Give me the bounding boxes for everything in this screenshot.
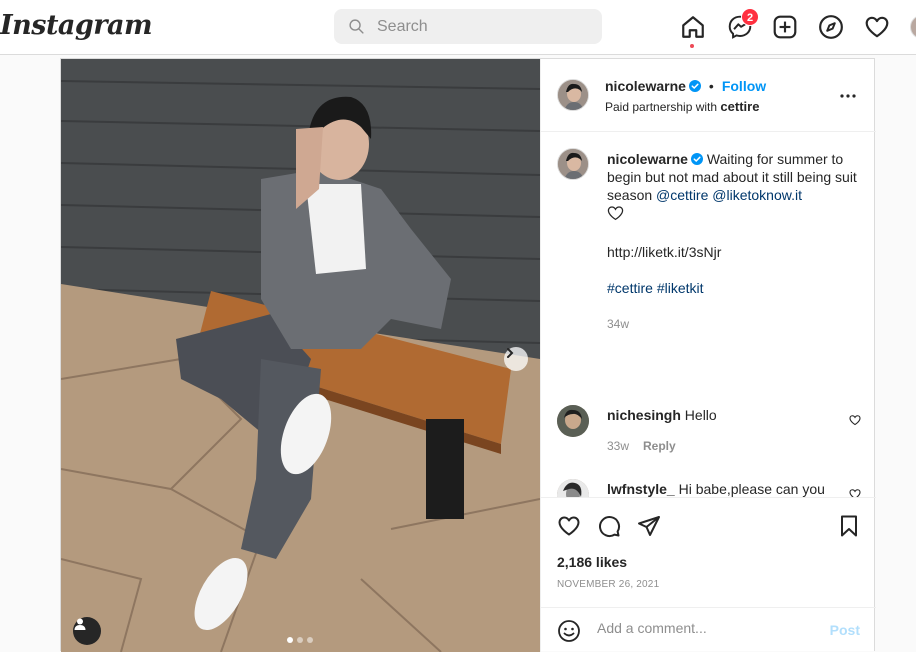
emoji-icon[interactable] (557, 619, 581, 643)
caption-text-block: nicolewarne Waiting for summer to begin … (607, 150, 857, 204)
commenter-avatar[interactable] (557, 479, 589, 497)
partnership-prefix: Paid partnership with (605, 100, 718, 114)
hashtag-liketkit[interactable]: #liketkit (657, 280, 704, 296)
post-date: NOVEMBER 26, 2021 (557, 579, 660, 590)
carousel-next-button[interactable] (504, 347, 528, 371)
add-comment-bar: Post (541, 607, 876, 652)
caption-username[interactable]: nicolewarne (607, 151, 688, 167)
author-line: nicolewarne • Follow (605, 78, 766, 94)
more-options-icon[interactable] (838, 86, 858, 106)
search-input[interactable] (377, 17, 577, 36)
comment-like-heart-icon[interactable] (849, 414, 861, 426)
verified-badge-icon (690, 153, 703, 165)
tagged-users-button[interactable] (73, 617, 101, 645)
comment-age[interactable]: 33w (607, 439, 629, 453)
post-actions: 2,186 likes NOVEMBER 26, 2021 (541, 497, 876, 607)
comment-item: nichesingh Hello (607, 407, 717, 423)
comment-username[interactable]: lwfnstyle_ (607, 481, 675, 497)
carousel-dot (307, 637, 313, 643)
chevron-right-icon (507, 348, 514, 358)
hashtag-cettire[interactable]: #cettire (607, 280, 653, 296)
like-heart-icon[interactable] (557, 514, 581, 538)
top-navigation-bar: Instagram 2 (0, 0, 916, 55)
carousel-dot (297, 637, 303, 643)
partner-link[interactable]: cettire (720, 99, 759, 114)
reply-button[interactable]: Reply (643, 439, 676, 453)
comment-text: Hello (684, 407, 717, 423)
likes-count[interactable]: 2,186 likes (557, 554, 627, 570)
comment-username[interactable]: nichesingh (607, 407, 681, 423)
explore-icon[interactable] (818, 14, 844, 40)
caption-hashtags: #cettire #liketkit (607, 279, 857, 297)
mention-cettire[interactable]: @cettire (656, 187, 708, 203)
comment-like-heart-icon[interactable] (849, 488, 861, 497)
author-username[interactable]: nicolewarne (605, 78, 686, 94)
comment-item: lwfnstyle_ Hi babe,please can you help🙏🙏… (607, 480, 832, 497)
activity-heart-icon[interactable] (864, 14, 890, 40)
comment-meta: 33w Reply (607, 439, 676, 453)
comment-bubble-icon[interactable] (597, 514, 621, 538)
search-box[interactable] (334, 9, 602, 44)
carousel-indicator (287, 637, 313, 643)
post-sidebar: nicolewarne • Follow Paid partnership wi… (540, 59, 876, 652)
instagram-logo[interactable]: Instagram (0, 10, 153, 41)
post-photo[interactable] (61, 59, 540, 652)
post-photo-illustration (61, 59, 540, 652)
comments-list[interactable]: nicolewarne Waiting for summer to begin … (541, 132, 876, 497)
search-icon (349, 19, 364, 34)
separator-dot: • (708, 78, 714, 94)
home-icon[interactable] (680, 14, 706, 40)
partnership-line: Paid partnership with cettire (605, 99, 759, 114)
home-active-dot (690, 44, 694, 48)
messages-badge: 2 (741, 8, 759, 26)
comment-input[interactable] (597, 620, 807, 636)
post-comment-button[interactable]: Post (830, 622, 860, 638)
post-header: nicolewarne • Follow Paid partnership wi… (541, 59, 876, 132)
mention-liketoknowit[interactable]: @liketoknow.it (712, 187, 802, 203)
post-dialog: nicolewarne • Follow Paid partnership wi… (60, 58, 876, 652)
caption-link[interactable]: http://liketk.it/3sNjr (607, 243, 857, 261)
white-heart-emoji-icon (607, 206, 624, 221)
share-send-icon[interactable] (637, 514, 661, 538)
carousel-dot-active (287, 637, 293, 643)
caption-age[interactable]: 34w (607, 315, 857, 333)
author-avatar[interactable] (557, 79, 589, 111)
save-bookmark-icon[interactable] (837, 514, 861, 538)
user-icon (74, 618, 86, 630)
caption-author-avatar[interactable] (557, 148, 589, 180)
profile-avatar[interactable] (910, 15, 916, 39)
commenter-avatar[interactable] (557, 405, 589, 437)
follow-button[interactable]: Follow (722, 78, 766, 94)
new-post-icon[interactable] (772, 14, 798, 40)
verified-badge-icon (688, 80, 701, 92)
caption: nicolewarne Waiting for summer to begin … (607, 150, 857, 333)
